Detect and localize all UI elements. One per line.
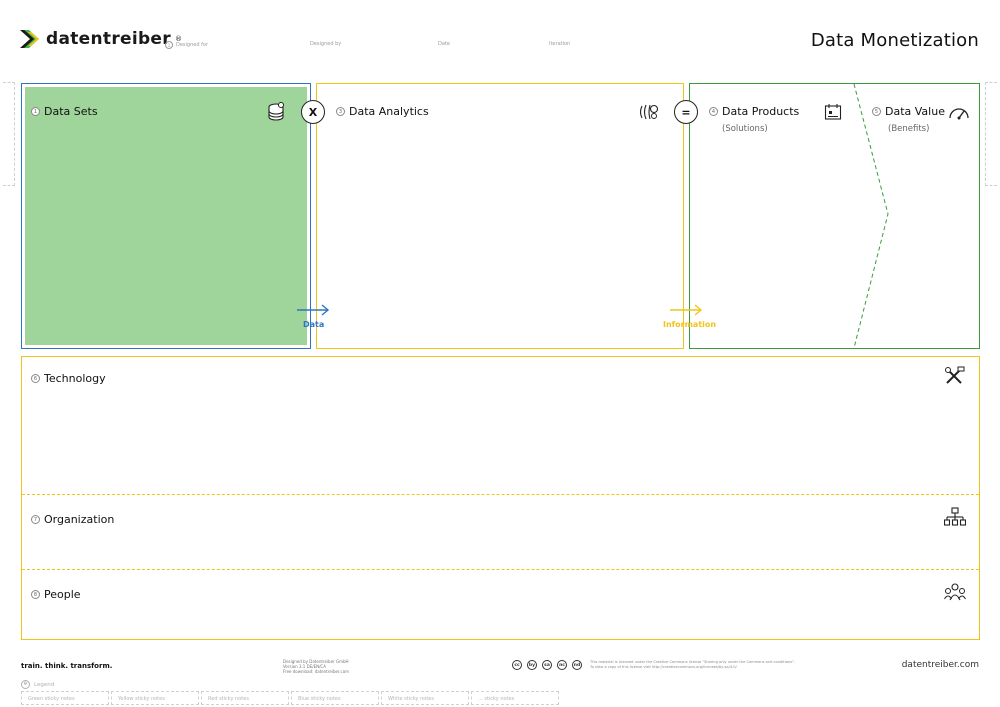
data-value-sublabel: (Benefits)	[888, 124, 930, 134]
license-text: This material is licensed under the Crea…	[590, 660, 810, 670]
legend-yellow-sticky[interactable]: Yellow sticky notes	[111, 691, 199, 705]
step-number: 9	[21, 680, 30, 689]
people-title: People	[44, 588, 81, 601]
organization-label: 7 Organization	[31, 513, 114, 526]
people-label: 8 People	[31, 588, 81, 601]
tools-icon	[945, 366, 965, 384]
information-flow-arrow-icon	[670, 304, 703, 316]
organization-area[interactable]	[22, 495, 979, 569]
credits-line: Free download: datentreiber.com	[283, 669, 350, 674]
designed-for-field[interactable]: 1 Designed for	[165, 41, 208, 49]
date-field[interactable]: Date	[438, 41, 450, 47]
designed-by-label: Designed by	[310, 41, 342, 47]
equals-operator: =	[674, 100, 698, 124]
data-value-label: 5 Data Value	[872, 105, 945, 118]
people-icon	[944, 583, 966, 601]
iteration-label: Iteration	[549, 41, 571, 47]
data-flow-label: Data	[303, 320, 325, 329]
step-number: 1	[31, 107, 40, 116]
step-number: 6	[31, 374, 40, 383]
information-flow-label: Information	[663, 320, 717, 329]
cc-sa-icon: sa	[542, 660, 552, 670]
data-products-title: Data Products	[722, 105, 800, 118]
data-sets-label: 1 Data Sets	[31, 105, 98, 118]
database-coins-icon	[268, 102, 284, 121]
data-sets-sticky-fill	[25, 87, 307, 345]
license-line: To view a copy of this license visit htt…	[590, 665, 737, 669]
legend-green-sticky[interactable]: Green sticky notes	[21, 691, 109, 705]
right-margin-marker	[985, 82, 997, 186]
date-label: Date	[438, 41, 450, 47]
data-sets-title: Data Sets	[44, 105, 98, 118]
calendar-board-icon	[824, 104, 842, 120]
brand-logo: datentreiber ®	[20, 28, 182, 50]
step-number: 1	[165, 41, 173, 49]
cc-by-icon: by	[527, 660, 537, 670]
creative-commons-icons: cc by sa nc nd	[512, 660, 582, 670]
footer-credits: Designed by Datentreiber GmbH Version 3.…	[283, 659, 349, 674]
legend-title: Legend	[34, 681, 55, 688]
datentreiber-logo-icon	[20, 30, 39, 48]
speedometer-icon	[949, 108, 969, 120]
footer-slogan: train. think. transform.	[21, 662, 113, 670]
data-flow-arrow-icon	[297, 304, 330, 316]
designed-for-label: Designed for	[176, 42, 208, 48]
step-number: 3	[336, 107, 345, 116]
step-number: 5	[872, 107, 881, 116]
step-number: 7	[31, 515, 40, 524]
brain-gears-icon	[639, 104, 659, 120]
step-number: 8	[31, 590, 40, 599]
left-margin-marker	[3, 82, 15, 186]
data-analytics-title: Data Analytics	[349, 105, 429, 118]
people-area[interactable]	[22, 570, 979, 639]
step-number: 4	[709, 107, 718, 116]
cc-icon: cc	[512, 660, 522, 670]
data-products-value-section[interactable]	[689, 83, 980, 349]
website-link[interactable]: datentreiber.com	[902, 660, 979, 670]
data-products-label: 4 Data Products	[709, 105, 799, 118]
data-value-title: Data Value	[885, 105, 945, 118]
cc-nc-icon: nc	[557, 660, 567, 670]
data-products-sublabel: (Solutions)	[722, 124, 768, 134]
multiply-operator: X	[301, 100, 325, 124]
organization-title: Organization	[44, 513, 115, 526]
technology-label: 6 Technology	[31, 372, 106, 385]
designed-by-field[interactable]: Designed by	[310, 41, 341, 47]
brand-name: datentreiber	[46, 29, 171, 49]
technology-area[interactable]	[22, 357, 979, 494]
legend-label: 9 Legend	[21, 680, 54, 689]
page-title: Data Monetization	[810, 30, 979, 51]
iteration-field[interactable]: Iteration	[549, 41, 570, 47]
legend-blue-sticky[interactable]: Blue sticky notes	[291, 691, 379, 705]
org-chart-icon	[944, 507, 966, 526]
cc-nd-icon: nd	[572, 660, 582, 670]
legend-white-sticky[interactable]: White sticky notes	[381, 691, 469, 705]
data-analytics-section[interactable]	[316, 83, 684, 349]
data-analytics-label: 3 Data Analytics	[336, 105, 429, 118]
technology-title: Technology	[44, 372, 106, 385]
legend-other-sticky[interactable]: ... sticky notes	[471, 691, 559, 705]
legend-red-sticky[interactable]: Red sticky notes	[201, 691, 289, 705]
